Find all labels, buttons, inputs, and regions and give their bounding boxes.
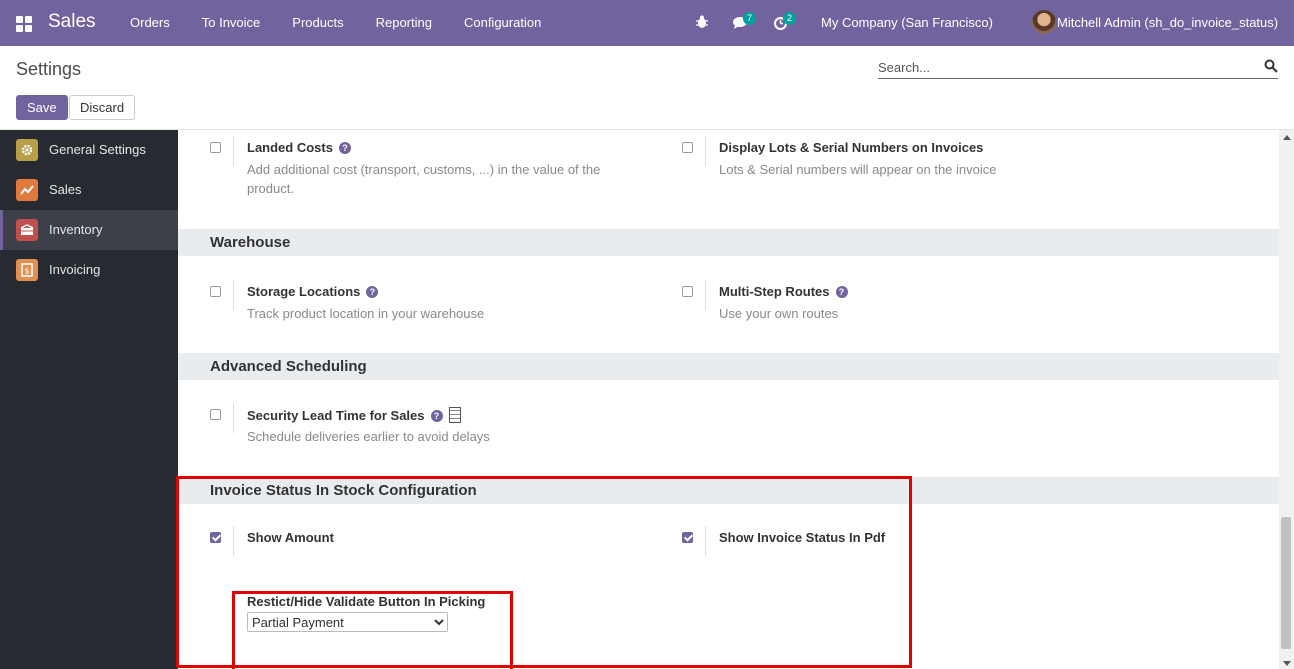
menu-configuration[interactable]: Configuration — [448, 0, 557, 46]
control-panel: Settings Save Discard — [0, 46, 1294, 130]
debug-icon[interactable] — [696, 15, 708, 29]
user-avatar[interactable] — [1032, 10, 1056, 34]
security-lead-time-title: Security Lead Time for Sales — [247, 408, 425, 423]
app-brand[interactable]: Sales — [48, 11, 96, 33]
scroll-thumb[interactable] — [1281, 517, 1291, 649]
search-icon[interactable] — [1264, 59, 1278, 73]
section-warehouse: Warehouse — [178, 229, 1279, 256]
help-icon[interactable]: ? — [338, 142, 351, 154]
section-invoice-status: Invoice Status In Stock Configuration — [178, 477, 1279, 504]
invoice-icon: $ — [16, 259, 38, 281]
search-box — [878, 56, 1278, 79]
sidebar-item-label: Inventory — [49, 222, 103, 237]
landed-costs-checkbox[interactable] — [210, 142, 221, 153]
save-button[interactable]: Save — [16, 95, 68, 120]
sidebar-item-label: General Settings — [49, 142, 146, 157]
section-title: Warehouse — [210, 234, 291, 251]
landed-costs-title: Landed Costs — [247, 140, 333, 155]
gear-icon — [16, 139, 38, 161]
section-title: Advanced Scheduling — [210, 358, 367, 375]
security-lead-time-desc: Schedule deliveries earlier to avoid del… — [247, 429, 490, 444]
lots-serial-title: Display Lots & Serial Numbers on Invoice… — [719, 140, 984, 155]
discard-button[interactable]: Discard — [69, 95, 136, 120]
box-icon — [16, 219, 38, 241]
divider — [233, 280, 234, 310]
divider — [705, 280, 706, 310]
help-icon[interactable]: ? — [366, 286, 379, 298]
landed-costs-desc: Add additional cost (transport, customs,… — [247, 162, 601, 196]
page-title: Settings — [16, 59, 82, 79]
user-menu[interactable]: Mitchell Admin (sh_do_invoice_status) — [1057, 15, 1278, 30]
lots-serial-desc: Lots & Serial numbers will appear on the… — [719, 162, 997, 177]
chart-icon — [16, 179, 38, 201]
company-switcher[interactable]: My Company (San Francisco) — [821, 15, 993, 30]
security-lead-time-checkbox[interactable] — [210, 409, 221, 420]
messages-badge: 7 — [743, 12, 757, 25]
show-invoice-status-pdf-title: Show Invoice Status In Pdf — [719, 530, 886, 545]
sidebar-item-invoicing[interactable]: $ Invoicing — [0, 250, 178, 290]
storage-locations-desc: Track product location in your warehouse — [247, 306, 485, 321]
menu-orders[interactable]: Orders — [114, 0, 186, 46]
sidebar-item-label: Invoicing — [49, 262, 101, 277]
search-input[interactable] — [878, 56, 1258, 78]
activities-icon[interactable]: 2 — [773, 12, 797, 31]
divider — [233, 136, 234, 166]
multi-step-routes-desc: Use your own routes — [719, 306, 839, 321]
sidebar-item-general-settings[interactable]: General Settings — [0, 130, 178, 170]
apps-menu-icon[interactable] — [16, 16, 32, 32]
menu-to-invoice[interactable]: To Invoice — [186, 0, 277, 46]
sidebar-item-inventory[interactable]: Inventory — [0, 210, 178, 250]
lots-serial-checkbox[interactable] — [682, 142, 693, 153]
content-scrollbar[interactable] — [1279, 130, 1294, 669]
section-title: Invoice Status In Stock Configuration — [210, 482, 477, 499]
divider — [233, 526, 234, 556]
divider — [705, 136, 706, 166]
menu-products[interactable]: Products — [276, 0, 359, 46]
company-building-icon — [448, 407, 461, 423]
help-icon[interactable]: ? — [835, 286, 848, 298]
restrict-validate-label: Restict/Hide Validate Button In Picking — [247, 594, 486, 609]
scroll-down-arrow-icon[interactable] — [1283, 661, 1291, 666]
show-invoice-status-pdf-checkbox[interactable] — [682, 532, 693, 543]
multi-step-routes-title: Multi-Step Routes — [719, 284, 830, 299]
main-menu: Orders To Invoice Products Reporting Con… — [114, 0, 557, 46]
scroll-up-arrow-icon[interactable] — [1283, 135, 1291, 140]
messages-icon[interactable]: 7 — [733, 12, 757, 30]
settings-sidebar: General Settings Sales Inventory $ Invoi… — [0, 130, 178, 669]
show-amount-title: Show Amount — [247, 530, 334, 545]
divider — [233, 403, 234, 433]
menu-reporting[interactable]: Reporting — [360, 0, 448, 46]
help-icon[interactable]: ? — [430, 410, 443, 422]
svg-text:$: $ — [24, 267, 29, 276]
sidebar-item-sales[interactable]: Sales — [0, 170, 178, 210]
storage-locations-checkbox[interactable] — [210, 286, 221, 297]
section-advanced-scheduling: Advanced Scheduling — [178, 353, 1279, 380]
multi-step-routes-checkbox[interactable] — [682, 286, 693, 297]
divider — [705, 526, 706, 556]
activities-badge: 2 — [783, 12, 797, 25]
show-amount-checkbox[interactable] — [210, 532, 221, 543]
top-navbar: Sales Orders To Invoice Products Reporti… — [0, 0, 1294, 46]
settings-content: Landed Costs? Add additional cost (trans… — [178, 130, 1279, 669]
storage-locations-title: Storage Locations — [247, 284, 361, 299]
sidebar-item-label: Sales — [49, 182, 82, 197]
restrict-validate-select[interactable]: Partial Payment — [247, 612, 448, 632]
